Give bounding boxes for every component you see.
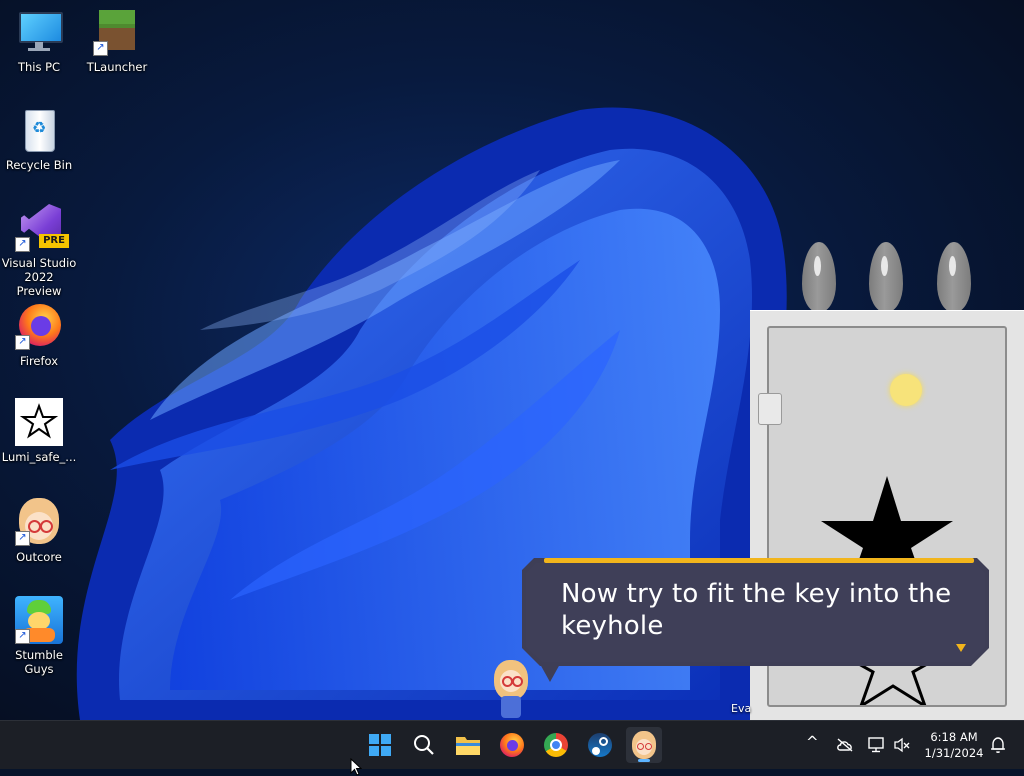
star-icon [15, 398, 63, 446]
firefox-icon: ↗ [15, 302, 63, 350]
mouse-cursor-icon [350, 758, 362, 776]
chrome-button[interactable] [538, 727, 574, 763]
desktop-icon-label: TLauncher [86, 60, 148, 74]
desktop-icon-label: Visual Studio 2022 Preview [1, 256, 77, 298]
dialog-text: Now try to fit the key into the keyhole [561, 579, 952, 641]
system-clock[interactable]: 6:18 AM 1/31/2024 [918, 729, 990, 761]
dialog-box[interactable]: Now try to fit the key into the keyhole [522, 558, 989, 666]
steam-icon [588, 733, 612, 757]
star-outline-icon [19, 403, 59, 439]
search-button[interactable] [406, 727, 442, 763]
shortcut-arrow-icon: ↗ [93, 41, 108, 56]
outcore-button[interactable] [626, 727, 662, 763]
desktop-icon-label: Outcore [16, 550, 62, 564]
grass-block-icon: ↗ [93, 8, 141, 56]
desktop-icon-visual-studio[interactable]: PRE ↗ Visual Studio 2022 Preview [1, 204, 77, 298]
eva-character-sprite [492, 660, 532, 720]
desktop-icon-label: This PC [17, 60, 61, 74]
character-icon [631, 731, 657, 759]
gray-bulb-3 [937, 242, 971, 312]
folder-icon [456, 737, 480, 755]
shortcut-arrow-icon: ↗ [15, 531, 30, 546]
firefox-icon [500, 733, 524, 757]
steam-button[interactable] [582, 727, 618, 763]
shortcut-arrow-icon: ↗ [15, 237, 30, 252]
visual-studio-icon: PRE ↗ [15, 204, 69, 252]
taskbar: ^ 6:18 AM 1/31/2024 [0, 720, 1024, 769]
desktop-icon-label: Lumi_safe_... [1, 450, 77, 464]
dialog-tail [540, 664, 560, 682]
desktop-icon-label: Firefox [19, 354, 59, 368]
desktop-icon-outcore[interactable]: ↗ Outcore [1, 498, 77, 564]
stumble-guys-icon: ↗ [15, 596, 63, 644]
desktop-icon-stumble-guys[interactable]: ↗ Stumble Guys [1, 596, 77, 676]
gray-bulb-2 [869, 242, 903, 312]
shortcut-arrow-icon: ↗ [15, 629, 30, 644]
chrome-icon [544, 733, 568, 757]
desktop-icon-label: Stumble Guys [15, 648, 63, 676]
shortcut-arrow-icon: ↗ [15, 335, 30, 350]
network-icon[interactable] [868, 737, 886, 753]
gray-bulb-1 [802, 242, 836, 312]
firefox-button[interactable] [494, 727, 530, 763]
speaker-name-label: Eva [731, 702, 752, 715]
computer-icon [15, 8, 63, 56]
character-icon: ↗ [15, 498, 63, 546]
desktop-icon-label: Recycle Bin [5, 158, 73, 172]
desktop-icon-firefox[interactable]: ↗ Firefox [1, 302, 77, 368]
notification-bell-icon[interactable] [989, 736, 1007, 754]
clock-time: 6:18 AM [930, 730, 978, 744]
desktop-icon-tlauncher[interactable]: ↗ TLauncher [79, 8, 155, 74]
desktop-icon-recycle-bin[interactable]: ♻ Recycle Bin [1, 106, 77, 172]
cloud-offline-icon[interactable] [836, 738, 854, 752]
desktop-icon-lumi-safe[interactable]: Lumi_safe_... [1, 398, 77, 464]
dialog-accent-bar [544, 558, 974, 563]
safe-hinge [758, 393, 782, 425]
file-explorer-button[interactable] [450, 727, 486, 763]
desktop-icon-this-pc[interactable]: This PC [1, 8, 77, 74]
start-button[interactable] [362, 727, 398, 763]
dialog-continue-arrow-icon[interactable] [956, 644, 966, 652]
windows-logo-icon [369, 734, 391, 756]
clock-date: 1/31/2024 [924, 746, 984, 760]
tray-overflow-chevron-icon[interactable]: ^ [806, 733, 819, 751]
volume-muted-icon[interactable] [893, 737, 911, 753]
search-icon [414, 735, 434, 755]
recycle-bin-icon: ♻ [15, 106, 63, 154]
preview-badge: PRE [39, 234, 69, 248]
